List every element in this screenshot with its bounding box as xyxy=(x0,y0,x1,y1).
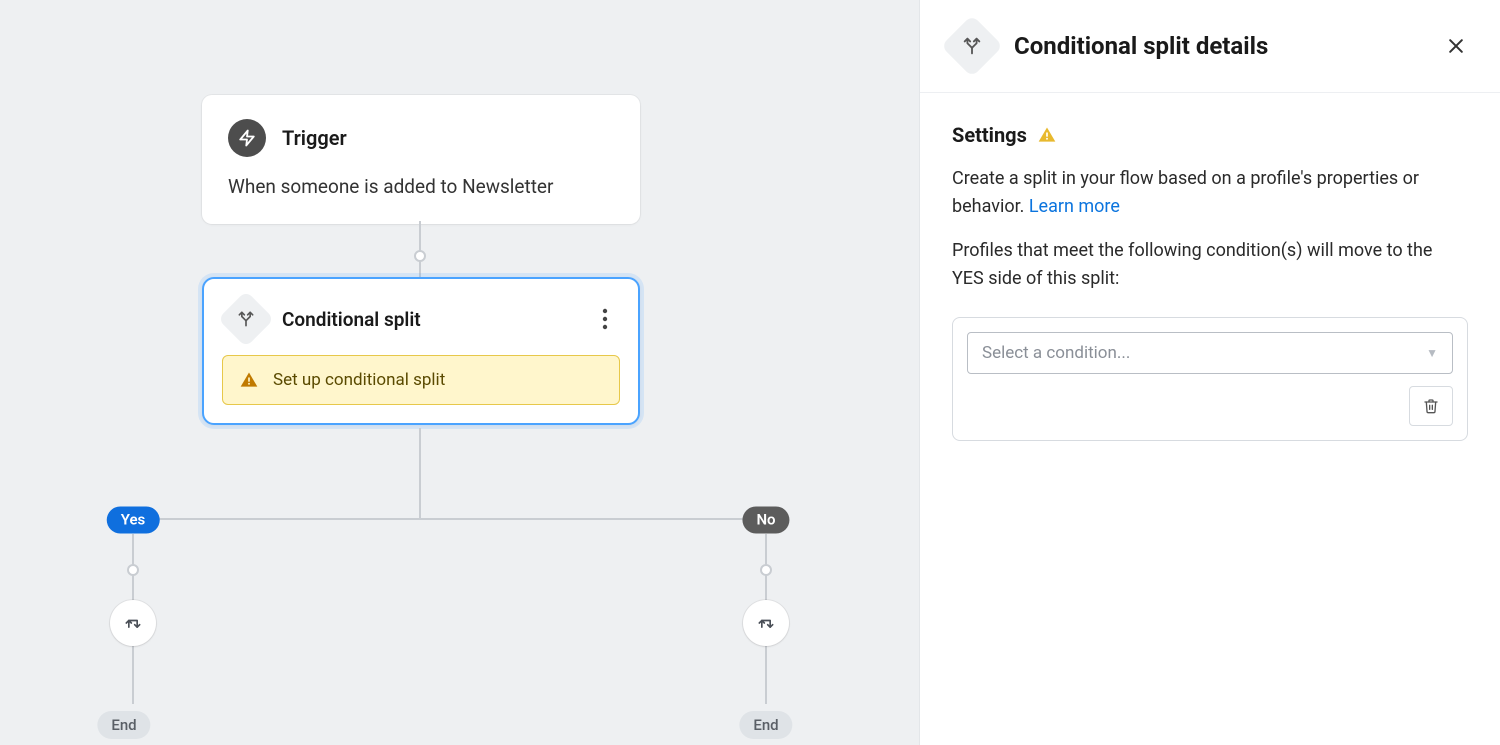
branch-icon xyxy=(123,613,143,633)
split-icon xyxy=(218,291,275,348)
more-vertical-icon xyxy=(602,308,608,330)
end-label: End xyxy=(97,711,150,739)
connector-line xyxy=(419,428,421,518)
warning-triangle-icon xyxy=(239,370,259,390)
connector-line xyxy=(419,221,421,277)
trigger-title: Trigger xyxy=(282,126,347,150)
setup-warning[interactable]: Set up conditional split xyxy=(222,355,620,405)
details-panel: Conditional split details Settings Creat… xyxy=(920,0,1500,745)
trigger-node[interactable]: Trigger When someone is added to Newslet… xyxy=(202,95,640,224)
split-icon xyxy=(941,15,1003,77)
bolt-icon xyxy=(228,119,266,157)
connector-dot xyxy=(127,564,139,576)
select-placeholder: Select a condition... xyxy=(982,343,1130,363)
flow-canvas[interactable]: Trigger When someone is added to Newslet… xyxy=(0,0,920,745)
split-title: Conditional split xyxy=(282,308,578,331)
condition-builder: Select a condition... ▼ xyxy=(952,317,1468,441)
add-action-button[interactable] xyxy=(743,600,789,646)
learn-more-link[interactable]: Learn more xyxy=(1029,196,1120,217)
trash-icon xyxy=(1423,397,1439,415)
settings-heading: Settings xyxy=(952,123,1027,147)
trigger-subtitle: When someone is added to Newsletter xyxy=(228,175,614,198)
close-icon xyxy=(1446,36,1466,56)
close-button[interactable] xyxy=(1442,32,1470,60)
settings-description: Create a split in your flow based on a p… xyxy=(952,165,1468,221)
no-branch-label: No xyxy=(742,507,789,534)
warning-triangle-icon xyxy=(1037,125,1057,145)
branch-icon xyxy=(756,613,776,633)
delete-condition-button[interactable] xyxy=(1409,386,1453,426)
end-label: End xyxy=(739,711,792,739)
connector-dot xyxy=(760,564,772,576)
condition-select[interactable]: Select a condition... ▼ xyxy=(967,332,1453,374)
conditional-split-node[interactable]: Conditional split Set up conditional spl… xyxy=(202,277,640,425)
panel-title: Conditional split details xyxy=(1014,32,1422,60)
condition-intro: Profiles that meet the following conditi… xyxy=(952,237,1468,293)
node-more-button[interactable] xyxy=(594,304,616,334)
connector-dot xyxy=(414,250,426,262)
chevron-down-icon: ▼ xyxy=(1426,346,1438,360)
add-action-button[interactable] xyxy=(110,600,156,646)
warning-text: Set up conditional split xyxy=(273,370,445,390)
yes-branch-label: Yes xyxy=(107,507,160,534)
connector-line xyxy=(133,518,766,520)
